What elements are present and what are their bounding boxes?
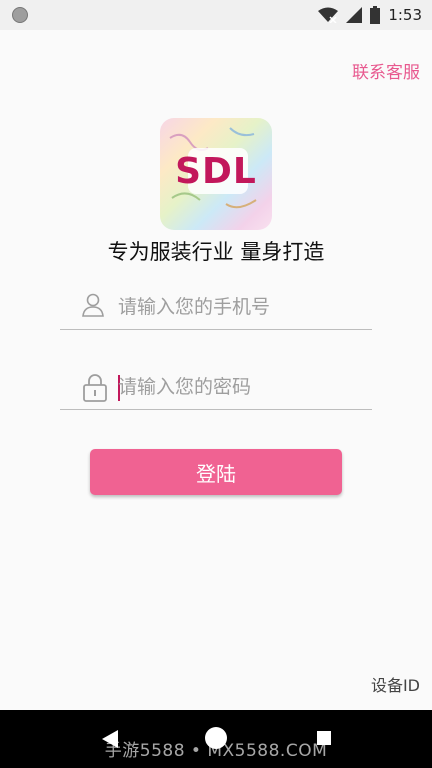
- phone-input[interactable]: [116, 291, 370, 323]
- user-icon: [82, 293, 104, 321]
- password-field[interactable]: [60, 365, 372, 410]
- signal-icon: [346, 7, 363, 23]
- status-time: 1:53: [388, 6, 422, 24]
- status-indicators: 1:53: [318, 5, 422, 25]
- watermark: 手游5588 • MX5588.COM: [104, 741, 328, 761]
- logo-text: SDL: [175, 151, 257, 192]
- status-bar: 1:53: [0, 0, 432, 30]
- notification-dot-icon: [12, 7, 28, 23]
- device-id-link[interactable]: 设备ID: [371, 672, 420, 696]
- contact-service-link[interactable]: 联系客服: [352, 58, 420, 83]
- slogan: 专为服装行业 量身打造: [107, 240, 325, 264]
- navigation-bar: 手游5588 • MX5588.COM: [0, 710, 432, 768]
- wifi-icon: [318, 7, 339, 23]
- battery-icon: [370, 6, 381, 24]
- login-button[interactable]: 登陆: [90, 449, 342, 495]
- lock-icon: [82, 373, 108, 407]
- phone-field[interactable]: [60, 285, 372, 330]
- app-logo: SDL: [160, 118, 272, 230]
- password-input[interactable]: [116, 371, 370, 403]
